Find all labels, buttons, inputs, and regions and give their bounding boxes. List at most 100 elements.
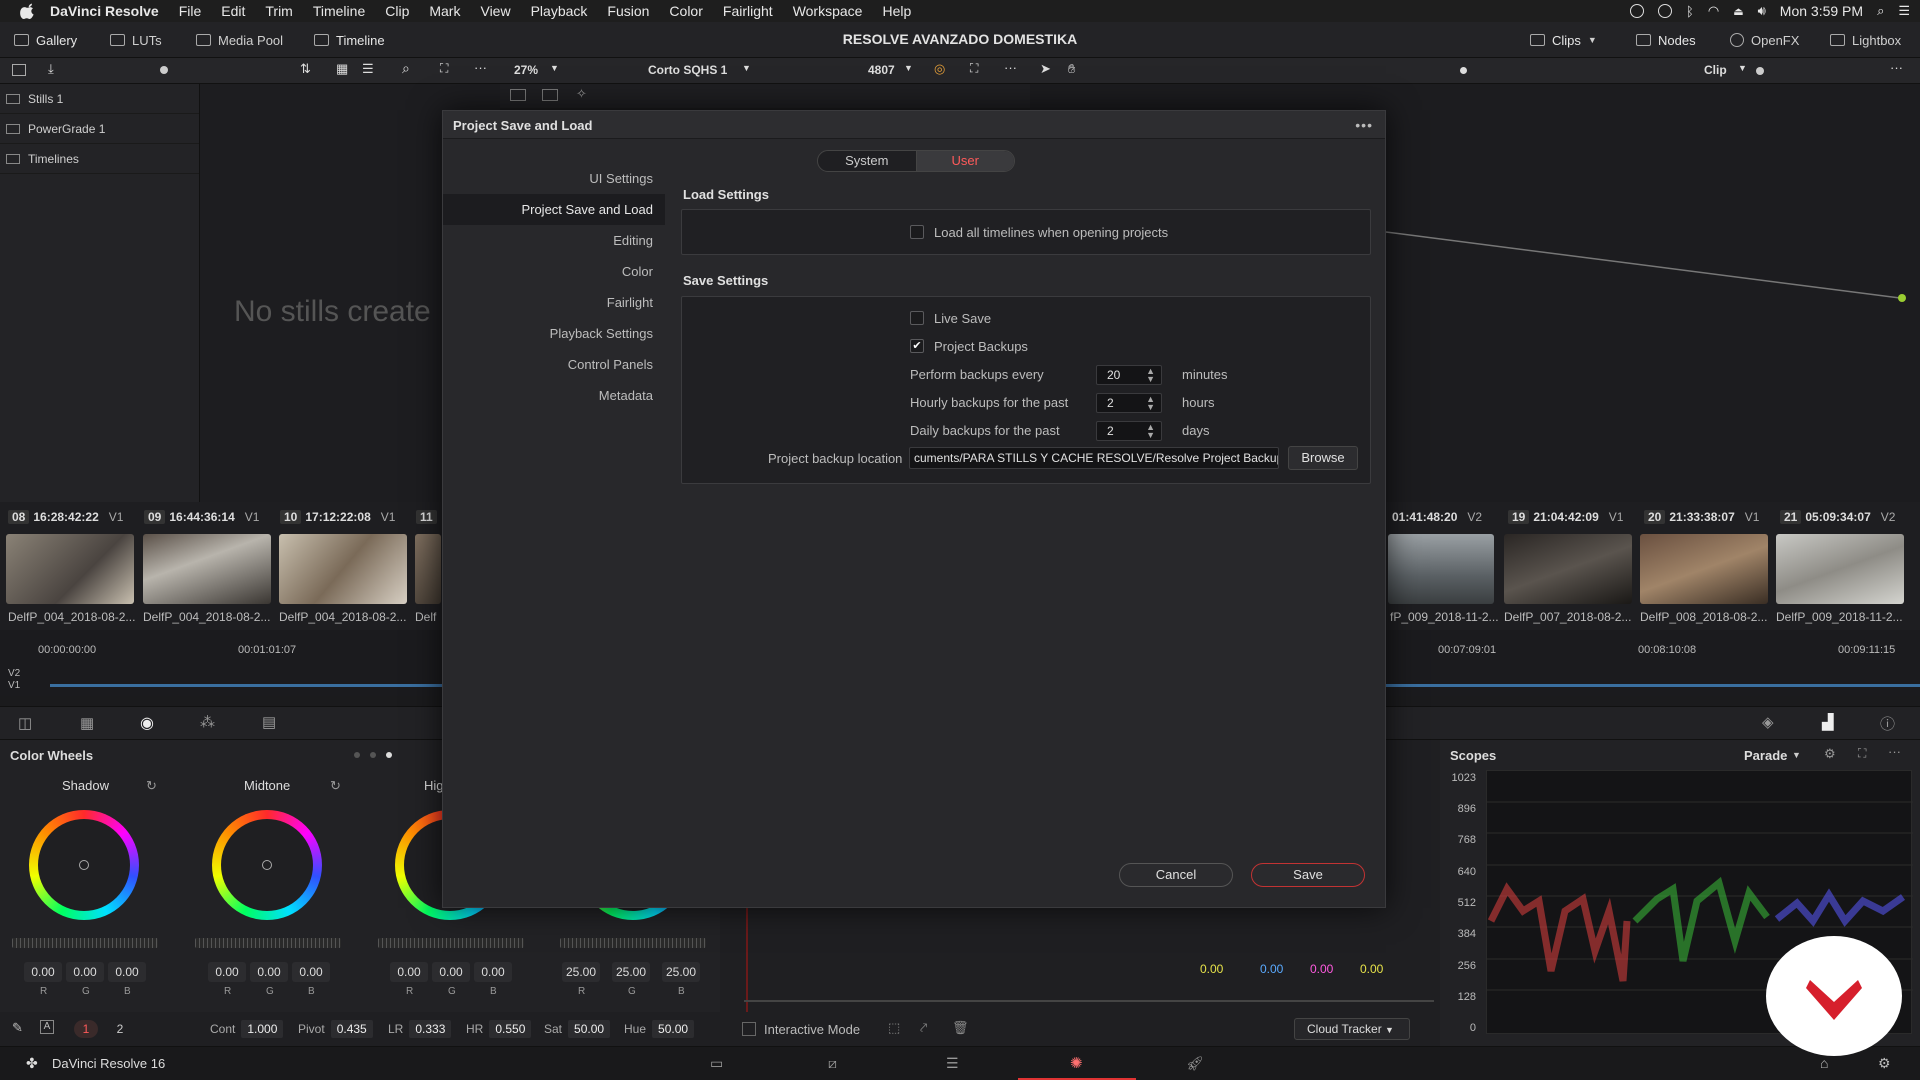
page-dot[interactable] — [354, 752, 360, 758]
chevron-down-icon[interactable]: ▼ — [742, 63, 751, 73]
hand-tool-icon[interactable]: ✋︎ — [1068, 61, 1075, 77]
master-wheel-slider[interactable] — [195, 938, 341, 948]
color-wheels-icon[interactable]: ◉ — [140, 713, 154, 733]
tracker-selector[interactable]: Cloud Tracker ▼ — [1294, 1018, 1410, 1040]
nodes-button[interactable]: Nodes — [1636, 22, 1696, 58]
delete-icon[interactable]: 🗑︎ — [952, 1020, 969, 1036]
chevron-down-icon[interactable]: ▼ — [1792, 750, 1801, 760]
wheel-center-handle[interactable] — [79, 860, 89, 870]
live-save-checkbox[interactable] — [910, 311, 924, 325]
panel-toggle-icon[interactable] — [12, 64, 26, 76]
volume-icon[interactable]: 🔊︎ — [1758, 3, 1766, 19]
bluetooth-icon[interactable]: ᛒ — [1686, 4, 1694, 19]
menu-timeline[interactable]: Timeline — [313, 3, 365, 19]
clip-thumbnail[interactable] — [1776, 534, 1904, 604]
nav-fairlight[interactable]: Fairlight — [443, 287, 665, 318]
more-options-icon[interactable]: ··· — [474, 60, 487, 75]
clip-thumbnail[interactable] — [143, 534, 271, 604]
param-value[interactable]: 1.000 — [241, 1020, 284, 1038]
more-options-icon[interactable]: ••• — [1355, 117, 1373, 133]
cancel-button[interactable]: Cancel — [1119, 863, 1233, 887]
page-1-button[interactable]: 1 — [74, 1020, 98, 1038]
param-value[interactable]: 50.00 — [652, 1020, 695, 1038]
scope-settings-icon[interactable]: ⚙ — [1824, 746, 1836, 762]
import-icon[interactable]: ⤓ — [48, 61, 54, 77]
chevron-down-icon[interactable]: ▼ — [550, 63, 559, 73]
offset-b-value[interactable]: 25.00 — [662, 962, 700, 982]
offset-r-value[interactable]: 25.00 — [562, 962, 600, 982]
master-wheel-slider[interactable] — [560, 938, 706, 948]
color-managed-icon[interactable]: ◎ — [934, 61, 945, 77]
master-wheel-slider[interactable] — [378, 938, 524, 948]
menu-workspace[interactable]: Workspace — [793, 3, 863, 19]
menubar-clock[interactable]: Mon 3:59 PM — [1780, 3, 1863, 19]
page-dot[interactable] — [370, 752, 376, 758]
nav-metadata[interactable]: Metadata — [443, 380, 665, 411]
menu-view[interactable]: View — [480, 3, 510, 19]
gallery-grid-icon[interactable] — [542, 89, 558, 101]
menu-color[interactable]: Color — [669, 3, 702, 19]
media-page-icon[interactable]: ▭ — [710, 1055, 723, 1072]
frame-counter[interactable]: 4807 — [868, 63, 895, 77]
menu-trim[interactable]: Trim — [265, 3, 292, 19]
param-value[interactable]: 0.333 — [409, 1020, 452, 1038]
home-icon[interactable]: ⌂ — [1820, 1055, 1828, 1071]
pivot-param[interactable]: Pivot 0.435 — [298, 1020, 373, 1038]
split-view-icon[interactable] — [510, 89, 526, 101]
wifi-icon[interactable]: ◠ — [1708, 3, 1719, 19]
midtone-r-value[interactable]: 0.00 — [208, 962, 246, 982]
stepper-arrows-icon[interactable]: ▲ ▼ — [1146, 367, 1155, 384]
notification-center-icon[interactable]: ☰ — [1898, 3, 1910, 19]
eject-icon[interactable]: ⏏ — [1733, 5, 1743, 18]
zoom-level[interactable]: 27% — [514, 63, 538, 77]
shadow-b-value[interactable]: 0.00 — [108, 962, 146, 982]
magic-wand-icon[interactable]: ✧ — [576, 86, 587, 102]
creative-cloud-icon[interactable] — [1658, 4, 1673, 18]
stepper-arrows-icon[interactable]: ▲ ▼ — [1146, 395, 1155, 412]
color-page-tab[interactable]: ✺ — [1018, 1047, 1136, 1080]
gallery-item-timelines[interactable]: Timelines — [0, 144, 199, 174]
spotlight-icon[interactable]: ⌕ — [1877, 3, 1884, 19]
node-mode-selector[interactable]: Clip — [1704, 63, 1727, 77]
chevron-down-icon[interactable]: ▼ — [1738, 63, 1747, 73]
reset-icon[interactable]: ↻ — [330, 778, 341, 794]
clip-thumbnail[interactable] — [279, 534, 407, 604]
menu-mark[interactable]: Mark — [429, 3, 460, 19]
param-value[interactable]: 50.00 — [568, 1020, 611, 1038]
menu-fusion[interactable]: Fusion — [607, 3, 649, 19]
page-dot[interactable] — [386, 752, 392, 758]
menu-help[interactable]: Help — [882, 3, 911, 19]
mask-icon[interactable]: ⬚ — [888, 1020, 900, 1036]
camera-raw-icon[interactable]: ◫ — [18, 714, 32, 732]
settings-gear-icon[interactable]: ⚙ — [1878, 1055, 1891, 1072]
deliver-page-icon[interactable]: 🚀︎ — [1186, 1055, 1204, 1072]
edit-page-icon[interactable]: ☰ — [946, 1055, 959, 1072]
nav-color[interactable]: Color — [443, 256, 665, 287]
highlight-g-value[interactable]: 0.00 — [432, 962, 470, 982]
color-match-icon[interactable]: ▦ — [80, 714, 94, 732]
thumb-size-slider[interactable] — [160, 66, 168, 74]
clip-thumbnail[interactable] — [6, 534, 134, 604]
list-view-icon[interactable]: ☰ — [362, 61, 374, 77]
clips-button[interactable]: Clips ▼ — [1530, 22, 1597, 58]
reset-icon[interactable]: ↻ — [146, 778, 157, 794]
load-all-timelines-checkbox[interactable] — [910, 225, 924, 239]
highlight-b-value[interactable]: 0.00 — [474, 962, 512, 982]
save-button[interactable]: Save — [1251, 863, 1365, 887]
auto-icon[interactable]: A — [40, 1020, 54, 1034]
node-zoom-slider[interactable] — [1756, 67, 1764, 75]
openfx-button[interactable]: OpenFX — [1730, 22, 1799, 58]
cut-page-icon[interactable]: ⧄ — [828, 1055, 837, 1072]
pointer-tool-icon[interactable]: ➤ — [1040, 61, 1051, 77]
nav-ui-settings[interactable]: UI Settings — [443, 163, 665, 194]
scopes-icon[interactable]: ▟ — [1822, 713, 1834, 731]
auto-balance-icon[interactable]: ✎ — [12, 1020, 23, 1036]
viewer-fullscreen-icon[interactable]: ⛶ — [970, 61, 978, 76]
add-point-icon[interactable]: ⤤ — [920, 1020, 927, 1036]
record-icon[interactable] — [1630, 4, 1645, 18]
clip-thumbnail[interactable] — [1640, 534, 1768, 604]
daily-backups-stepper[interactable]: 2 ▲ ▼ — [1096, 421, 1162, 441]
tab-user[interactable]: User — [916, 151, 1014, 171]
lightbox-button[interactable]: Lightbox — [1830, 22, 1901, 58]
midtone-b-value[interactable]: 0.00 — [292, 962, 330, 982]
